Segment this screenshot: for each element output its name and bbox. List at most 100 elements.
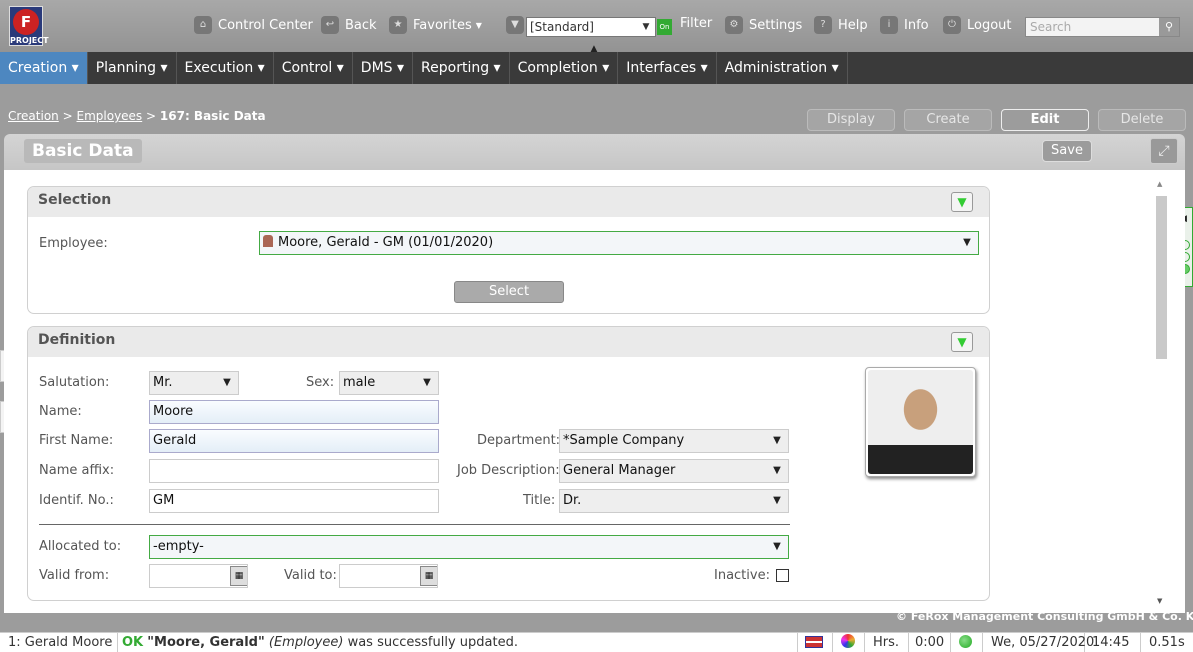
menu-creation[interactable]: Creation ▾ (0, 52, 88, 84)
menu-execution[interactable]: Execution ▾ (177, 52, 274, 84)
panel-body: ▲ ▼ Selection ▼ Employee: Moore, Gerald … (4, 170, 1185, 613)
scroll-down-icon[interactable]: ▼ (1157, 597, 1162, 605)
employee-select[interactable]: Moore, Gerald - GM (01/01/2020) ▼ (259, 231, 979, 255)
info-button[interactable]: i Info (880, 16, 929, 34)
scroll-up-icon[interactable]: ▲ (1157, 180, 1162, 188)
chevron-down-icon: ▼ (475, 20, 482, 30)
first-name-label: First Name: (39, 433, 114, 448)
valid-from-label: Valid from: (39, 568, 110, 583)
valid-from-input[interactable]: ▦ (149, 564, 248, 588)
salutation-select[interactable]: Mr. ▼ (149, 371, 239, 395)
breadcrumb-creation[interactable]: Creation (8, 109, 59, 123)
menu-control[interactable]: Control ▾ (274, 52, 353, 84)
page-title: Basic Data (24, 139, 142, 163)
chevron-down-icon: ▼ (423, 377, 431, 388)
name-affix-input[interactable] (149, 459, 439, 483)
person-icon (263, 235, 273, 247)
delete-button[interactable]: Delete (1098, 109, 1186, 131)
valid-to-input[interactable]: ▦ (339, 564, 438, 588)
back-button[interactable]: ↩ Back (321, 16, 377, 34)
first-name-input[interactable]: Gerald (149, 429, 439, 453)
select-button[interactable]: Select (454, 281, 564, 303)
divider (39, 524, 790, 525)
menu-reporting[interactable]: Reporting ▾ (413, 52, 510, 84)
filter-funnel-icon[interactable]: ▼ (951, 192, 973, 212)
chevron-down-icon: ▼ (963, 237, 971, 248)
menu-dms[interactable]: DMS ▾ (353, 52, 414, 84)
filter-on-toggle[interactable]: On (657, 19, 672, 35)
menu-planning[interactable]: Planning ▾ (88, 52, 177, 84)
scrollbar-thumb[interactable] (1156, 196, 1167, 359)
filter-button[interactable]: Filter (680, 16, 712, 31)
edit-button[interactable]: Edit (1001, 109, 1089, 131)
filter-select[interactable]: [Standard] ▼ (526, 17, 656, 37)
breadcrumb-employees[interactable]: Employees (77, 109, 143, 123)
settings-button[interactable]: ⚙ Settings (725, 16, 802, 34)
online-status-icon (951, 633, 983, 652)
expand-icon[interactable]: ⤢ (1150, 138, 1178, 164)
status-ok: OK (122, 635, 144, 650)
definition-section: Definition ▼ Salutation: Mr. ▼ Sex: male ▼… (27, 326, 990, 601)
logo-text: PROJECT (10, 36, 49, 45)
calendar-icon[interactable]: ▦ (230, 566, 247, 586)
create-button[interactable]: Create (904, 109, 992, 131)
salutation-label: Salutation: (39, 375, 110, 390)
department-label: Department: (477, 433, 561, 448)
selection-section: Selection ▼ Employee: Moore, Gerald - GM… (27, 186, 990, 314)
display-button[interactable]: Display (807, 109, 895, 131)
allocated-label: Allocated to: (39, 539, 122, 554)
calendar-icon[interactable]: ▦ (420, 566, 437, 586)
breadcrumb: Creation > Employees > 167: Basic Data (8, 109, 266, 123)
title-select[interactable]: Dr. ▼ (559, 489, 789, 513)
name-affix-label: Name affix: (39, 463, 115, 478)
language-flag-icon[interactable] (797, 633, 833, 652)
sex-select[interactable]: male ▼ (339, 371, 439, 395)
gear-icon: ⚙ (725, 16, 743, 34)
employee-label: Employee: (39, 236, 108, 251)
employee-photo[interactable] (865, 367, 976, 477)
identif-label: Identif. No.: (39, 493, 114, 508)
back-icon: ↩ (321, 16, 339, 34)
status-bar: 1: Gerald Moore OK "Moore, Gerald" (Empl… (0, 632, 1193, 652)
name-input[interactable]: Moore (149, 400, 439, 424)
search-icon[interactable]: ⚲ (1159, 18, 1179, 36)
inactive-checkbox[interactable] (776, 569, 789, 582)
sex-label: Sex: (306, 375, 335, 390)
job-description-label: Job Description: (457, 463, 560, 478)
star-icon: ★ (389, 16, 407, 34)
filter-funnel-icon[interactable]: ▼ (951, 332, 973, 352)
inactive-label: Inactive: (714, 568, 770, 583)
hours-label: Hrs. (865, 633, 909, 652)
logout-button[interactable]: ⏻ Logout (943, 16, 1012, 34)
job-description-select[interactable]: General Manager ▼ (559, 459, 789, 483)
vertical-scrollbar[interactable]: ▲ ▼ (1154, 180, 1168, 605)
search-input[interactable]: Search ⚲ (1025, 17, 1180, 37)
menu-interfaces[interactable]: Interfaces ▾ (618, 52, 717, 84)
status-date: We, 05/27/2020 (983, 633, 1094, 652)
menu-completion[interactable]: Completion ▾ (510, 52, 619, 84)
chevron-down-icon: ▼ (223, 377, 231, 388)
valid-to-label: Valid to: (284, 568, 337, 583)
app-logo[interactable]: F PROJECT (9, 6, 49, 46)
save-button[interactable]: Save (1042, 140, 1092, 162)
copyright: © FeRox Management Consulting GmbH & Co.… (896, 610, 1193, 623)
identif-input[interactable]: GM (149, 489, 439, 513)
allocated-select[interactable]: -empty- ▼ (149, 535, 789, 559)
status-duration: 0.51s (1149, 635, 1185, 650)
funnel-icon: ▼ (506, 16, 524, 34)
panel-header: Basic Data Save ⤢ (4, 134, 1185, 170)
title-label: Title: (523, 493, 556, 508)
help-button[interactable]: ? Help (814, 16, 868, 34)
definition-title: Definition (28, 327, 989, 357)
department-select[interactable]: *Sample Company ▼ (559, 429, 789, 453)
chevron-down-icon: ▼ (773, 495, 781, 506)
control-center-button[interactable]: ⌂ Control Center (194, 16, 313, 34)
info-icon: i (880, 16, 898, 34)
help-icon: ? (814, 16, 832, 34)
status-message: OK "Moore, Gerald" (Employee) was succes… (122, 635, 518, 650)
favorites-button[interactable]: ★ Favorites ▼ (389, 16, 482, 34)
power-icon: ⏻ (943, 16, 961, 34)
name-label: Name: (39, 404, 82, 419)
color-theme-icon[interactable] (833, 633, 865, 652)
menu-administration[interactable]: Administration ▾ (717, 52, 848, 84)
